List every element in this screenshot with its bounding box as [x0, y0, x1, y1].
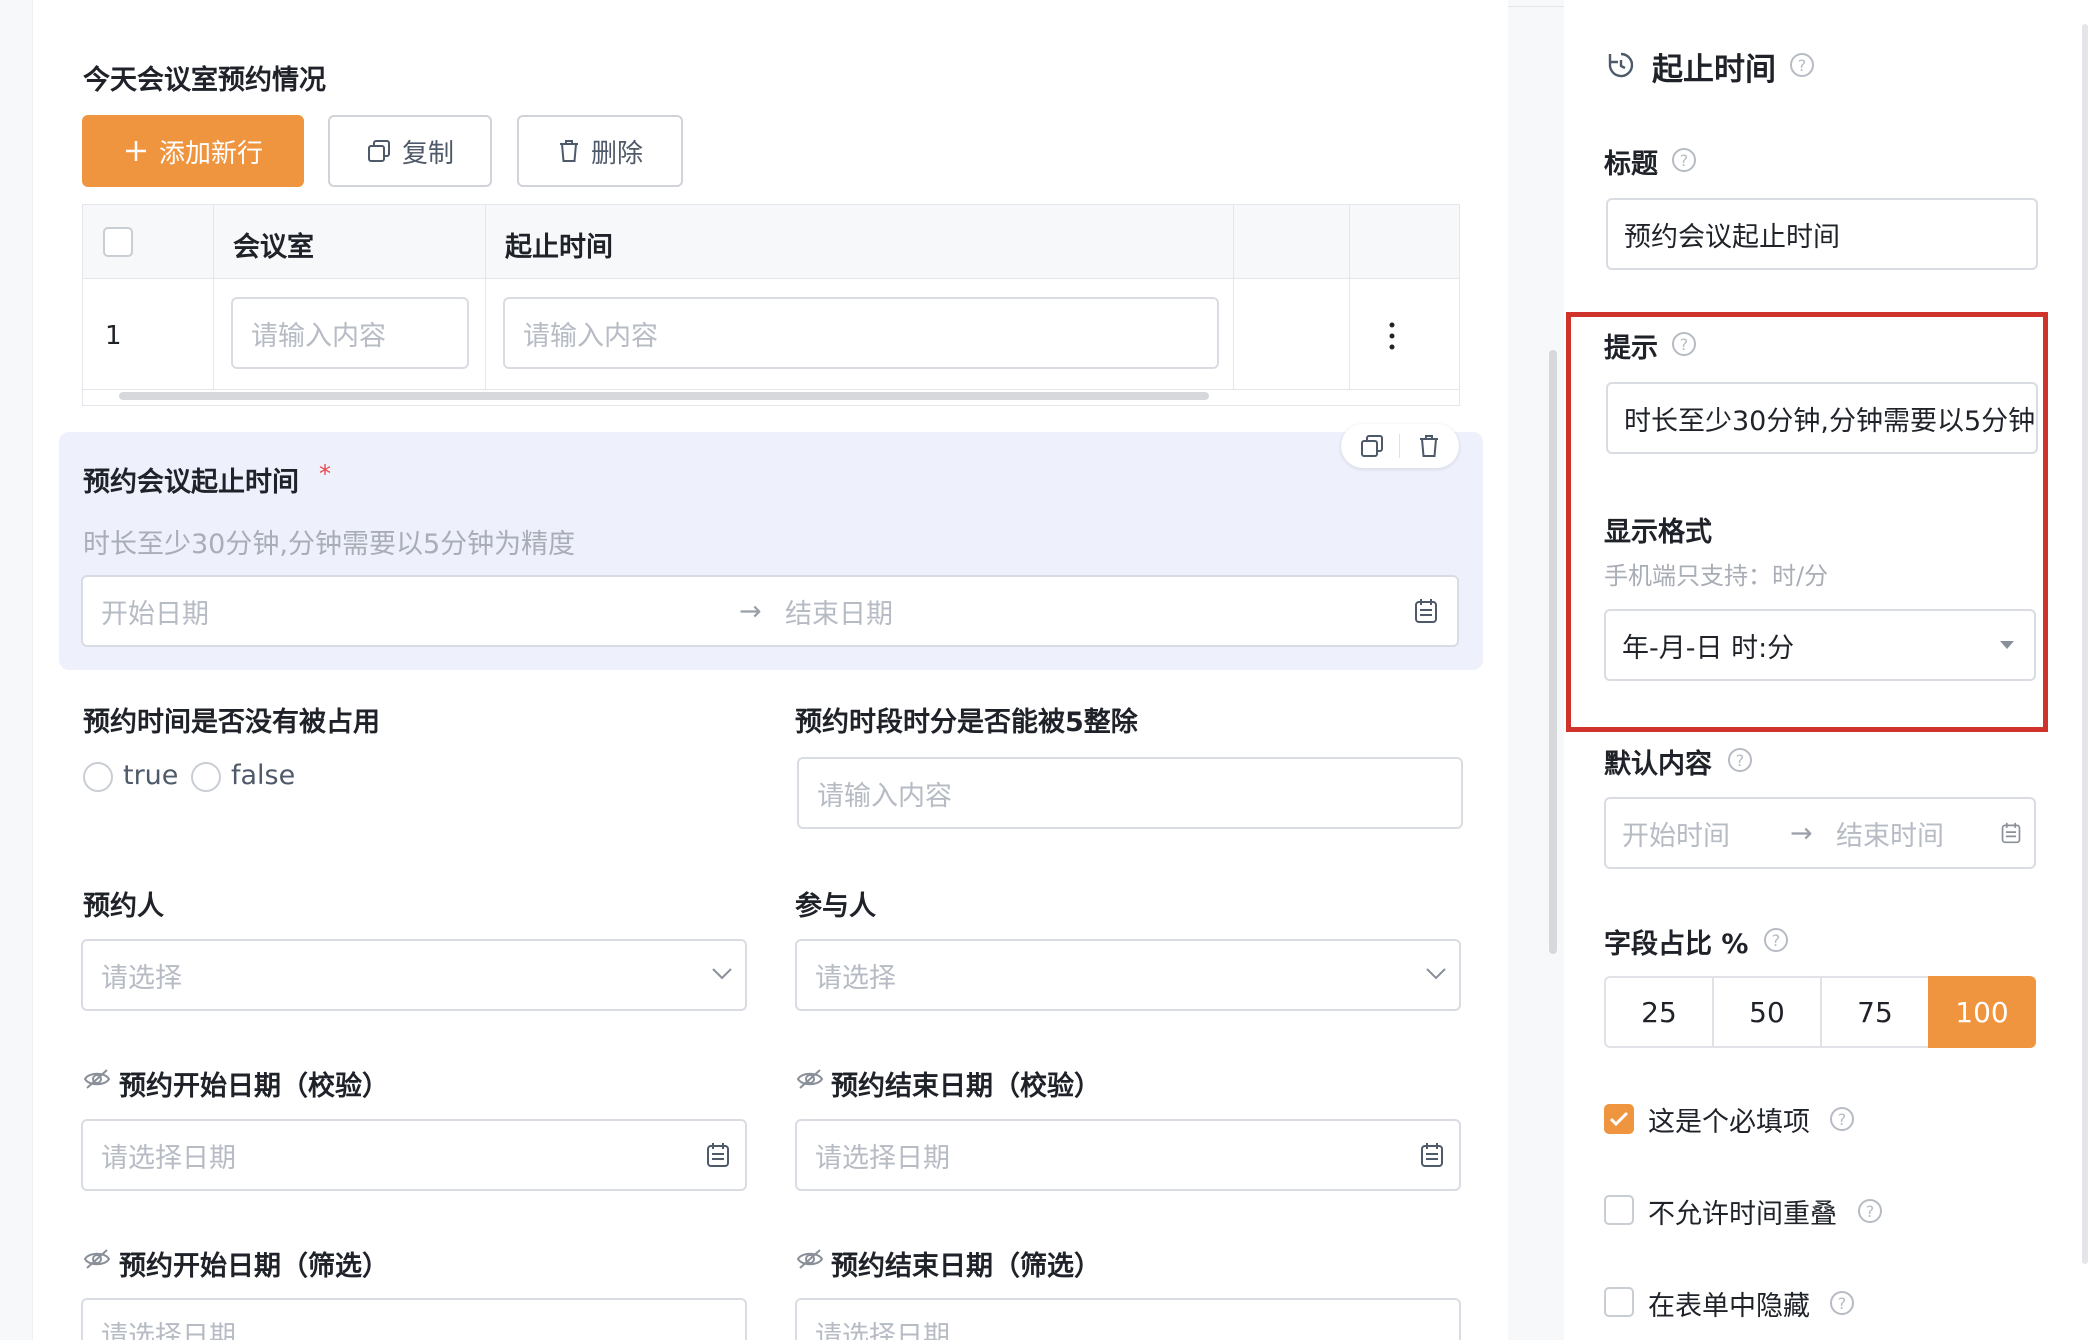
delete-label: 删除 [590, 138, 643, 169]
chevron-down-icon [711, 967, 733, 981]
date-range-input[interactable]: 开始日期 → 结束日期 [81, 575, 1459, 647]
clock-icon [1606, 50, 1636, 80]
meeting-table: 会议室 起止时间 1 请输入内容 请输入内容 [82, 204, 1460, 406]
end-filter-date-input[interactable]: 请选择日期 [795, 1298, 1461, 1340]
table-horizontal-scrollbar[interactable] [119, 392, 1209, 400]
start-check-placeholder: 请选择日期 [101, 1142, 236, 1174]
calendar-icon [2000, 821, 2022, 845]
time-input[interactable]: 请输入内容 [503, 297, 1219, 369]
booker-label: 预约人 [83, 891, 164, 922]
duplicate-field-icon[interactable] [1359, 433, 1385, 459]
end-check-date-input[interactable]: 请选择日期 [795, 1119, 1461, 1191]
eye-hidden-icon [83, 1068, 111, 1090]
start-filter-placeholder: 请选择日期 [101, 1321, 236, 1340]
radio-true[interactable] [83, 762, 113, 792]
help-icon[interactable]: ? [1764, 928, 1788, 952]
participant-label: 参与人 [795, 891, 876, 922]
row-index: 1 [105, 321, 122, 351]
required-checkbox[interactable] [1604, 1104, 1634, 1134]
delete-button[interactable]: 删除 [517, 115, 683, 187]
participant-select[interactable]: 请选择 [795, 939, 1461, 1011]
panel-scrollbar[interactable] [2082, 24, 2088, 1264]
start-filter-date-input[interactable]: 请选择日期 [81, 1298, 747, 1340]
add-row-button[interactable]: 添加新行 [82, 115, 304, 187]
start-check-label: 预约开始日期（校验） [119, 1071, 389, 1102]
end-filter-label: 预约结束日期（筛选） [831, 1251, 1101, 1282]
title-input[interactable]: 预约会议起止时间 [1606, 198, 2038, 270]
end-filter-placeholder: 请选择日期 [815, 1321, 950, 1340]
select-all-checkbox[interactable] [103, 227, 133, 257]
calendar-icon [705, 1141, 731, 1169]
no-overlap-label: 不允许时间重叠 [1648, 1199, 1837, 1230]
width-option-50[interactable]: 50 [1712, 976, 1822, 1048]
field-tools [1341, 424, 1459, 468]
range-arrow: → [1790, 817, 1813, 849]
help-icon[interactable]: ? [1830, 1291, 1854, 1315]
divisible-input[interactable]: 请输入内容 [797, 757, 1463, 829]
range-arrow: → [739, 595, 762, 627]
calendar-icon [1413, 597, 1439, 625]
copy-button[interactable]: 复制 [328, 115, 492, 187]
radio-true-label: true [123, 760, 179, 791]
selected-field-hint: 时长至少30分钟,分钟需要以5分钟为精度 [83, 529, 576, 560]
eye-hidden-icon [83, 1248, 111, 1270]
required-label: 这是个必填项 [1648, 1107, 1810, 1138]
hide-checkbox[interactable] [1604, 1287, 1634, 1317]
radio-false-label: false [231, 760, 296, 791]
width-option-100[interactable]: 100 [1928, 976, 2036, 1048]
copy-label: 复制 [401, 138, 454, 169]
default-end-placeholder: 结束时间 [1836, 820, 1944, 852]
highlight-annotation-box [1566, 312, 2048, 732]
column-header-room: 会议室 [233, 232, 314, 263]
selected-field-label: 预约会议起止时间 [83, 467, 299, 498]
start-date-placeholder: 开始日期 [101, 598, 209, 630]
help-icon[interactable]: ? [1728, 748, 1752, 772]
more-icon[interactable] [1387, 321, 1397, 351]
end-check-placeholder: 请选择日期 [815, 1142, 950, 1174]
add-row-label: 添加新行 [158, 138, 263, 169]
start-check-date-input[interactable]: 请选择日期 [81, 1119, 747, 1191]
participant-placeholder: 请选择 [815, 962, 896, 994]
default-start-placeholder: 开始时间 [1622, 820, 1730, 852]
help-icon[interactable]: ? [1672, 148, 1696, 172]
no-overlap-checkbox[interactable] [1604, 1195, 1634, 1225]
booker-select[interactable]: 请选择 [81, 939, 747, 1011]
eye-hidden-icon [796, 1068, 824, 1090]
section-title: 今天会议室预约情况 [83, 65, 326, 96]
radio-false[interactable] [191, 762, 221, 792]
panel-title: 起止时间 [1652, 52, 1776, 88]
calendar-icon [1419, 1141, 1445, 1169]
start-filter-label: 预约开始日期（筛选） [119, 1251, 389, 1282]
room-input[interactable]: 请输入内容 [231, 297, 469, 369]
check-icon [1609, 1111, 1629, 1127]
divisible-label: 预约时段时分是否能被5整除 [795, 707, 1138, 738]
canvas-vertical-scrollbar[interactable] [1549, 350, 1557, 954]
help-icon[interactable]: ? [1790, 53, 1814, 77]
help-icon[interactable]: ? [1858, 1199, 1882, 1223]
trash-icon [557, 138, 581, 164]
chevron-down-icon [1425, 967, 1447, 981]
hide-label: 在表单中隐藏 [1648, 1291, 1810, 1322]
title-label: 标题 [1604, 149, 1658, 180]
copy-icon [366, 138, 392, 164]
occupied-label: 预约时间是否没有被占用 [83, 707, 380, 738]
delete-field-icon[interactable] [1417, 433, 1441, 459]
end-check-label: 预约结束日期（校验） [831, 1071, 1101, 1102]
help-icon[interactable]: ? [1830, 1107, 1854, 1131]
booker-placeholder: 请选择 [101, 962, 182, 994]
default-label: 默认内容 [1604, 749, 1712, 780]
width-option-75[interactable]: 75 [1820, 976, 1930, 1048]
form-canvas: 今天会议室预约情况 添加新行 复制 删除 会议室 起止时间 1 请输入内容 请输… [32, 0, 1508, 1340]
column-header-time: 起止时间 [505, 232, 613, 263]
default-range-input[interactable]: 开始时间 → 结束时间 [1604, 797, 2036, 869]
end-date-placeholder: 结束日期 [785, 598, 893, 630]
eye-hidden-icon [796, 1248, 824, 1270]
width-label: 字段占比 % [1604, 929, 1749, 960]
plus-icon [123, 138, 149, 164]
width-option-25[interactable]: 25 [1604, 976, 1714, 1048]
required-mark: * [319, 460, 331, 488]
